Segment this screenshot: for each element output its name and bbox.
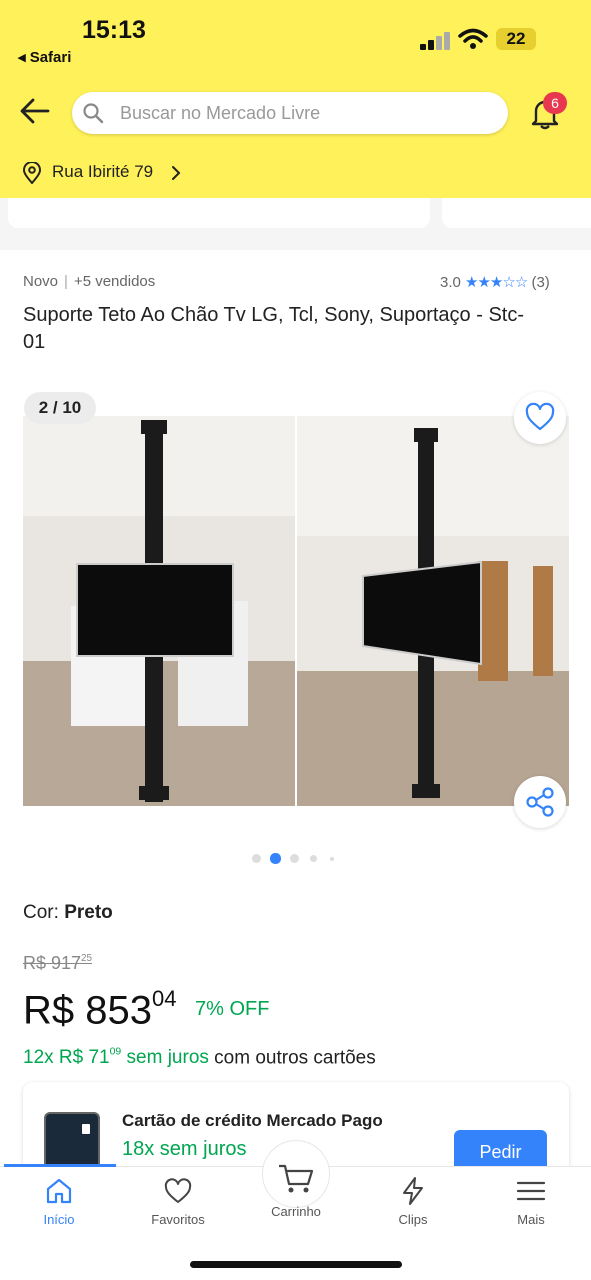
- back-arrow-icon[interactable]: [18, 96, 52, 126]
- delivery-location[interactable]: Rua Ibirité 79: [52, 162, 153, 182]
- installments-interest-free: sem juros: [126, 1047, 209, 1069]
- tab-favorites-label: Favoritos: [151, 1212, 205, 1227]
- pagination-dot[interactable]: [310, 855, 317, 862]
- product-meta: Novo | +5 vendidos: [23, 273, 156, 290]
- rating-value: 3.0: [440, 274, 461, 291]
- active-tab-indicator: [4, 1164, 116, 1167]
- cart-icon: [279, 1164, 314, 1193]
- search-placeholder[interactable]: Buscar no Mercado Livre: [120, 103, 320, 124]
- discount-label: 7% OFF: [195, 998, 270, 1020]
- sold-count: +5 vendidos: [73, 273, 156, 290]
- carousel-pagination: [250, 852, 340, 864]
- tab-clips-label: Clips: [398, 1212, 428, 1227]
- color-selection[interactable]: Cor: Preto: [23, 902, 113, 924]
- location-pin-icon: [22, 162, 42, 184]
- original-price: R$ 91725: [23, 953, 92, 974]
- tab-cart[interactable]: Carrinho: [246, 1164, 346, 1236]
- status-bar: 15:13 ◂ Safari 22: [0, 0, 591, 80]
- favorite-button[interactable]: [514, 392, 566, 444]
- back-to-safari-link[interactable]: ◂ Safari: [18, 48, 71, 66]
- tab-more[interactable]: Mais: [481, 1176, 581, 1236]
- installments-amount-integer: 12x R$ 71: [23, 1047, 110, 1069]
- tab-more-label: Mais: [517, 1212, 545, 1227]
- share-button[interactable]: [514, 776, 566, 828]
- search-icon: [83, 103, 104, 124]
- condition-label: Novo: [23, 273, 59, 290]
- product-image[interactable]: [23, 416, 569, 806]
- installments-info[interactable]: 12x R$ 7109 sem juros com outros cartões: [23, 1047, 376, 1069]
- tab-clips[interactable]: Clips: [363, 1176, 463, 1236]
- product-photo-illustration: [23, 416, 569, 806]
- credit-card-title: Cartão de crédito Mercado Pago: [122, 1111, 383, 1130]
- notification-count-badge: 6: [543, 92, 567, 114]
- credit-card-subtitle: 18x sem juros: [122, 1138, 247, 1160]
- chevron-right-icon[interactable]: [170, 164, 182, 182]
- tab-cart-label: Carrinho: [271, 1204, 321, 1219]
- pagination-dot[interactable]: [252, 854, 261, 863]
- pagination-dot-active[interactable]: [270, 853, 281, 864]
- tab-home-label: Início: [43, 1212, 75, 1227]
- color-value: Preto: [64, 902, 113, 923]
- installments-amount-cents: 09: [109, 1047, 122, 1058]
- home-icon: [46, 1178, 72, 1204]
- tab-home[interactable]: Início: [9, 1176, 109, 1236]
- installments-suffix: com outros cartões: [214, 1047, 376, 1069]
- rating-stars: ★★★☆☆: [465, 274, 528, 291]
- previous-card: [8, 198, 430, 228]
- previous-card: [442, 198, 591, 228]
- share-icon: [526, 787, 554, 817]
- tab-favorites[interactable]: Favoritos: [128, 1176, 228, 1236]
- current-price: R$ 85304: [23, 986, 176, 1034]
- original-price-integer: R$ 917: [23, 953, 82, 973]
- rating-count: (3): [531, 274, 550, 291]
- price-integer: R$ 853: [23, 988, 152, 1033]
- battery-indicator: 22: [496, 28, 536, 50]
- lightning-icon: [403, 1177, 423, 1205]
- status-time: 15:13: [82, 16, 146, 44]
- pagination-dot[interactable]: [330, 857, 334, 861]
- heart-icon: [525, 402, 555, 431]
- battery-level: 22: [506, 29, 526, 48]
- menu-icon: [516, 1181, 546, 1201]
- wifi-icon: [458, 28, 488, 49]
- price-cents: 04: [151, 986, 177, 1011]
- image-counter: 2 / 10: [24, 392, 96, 424]
- pagination-dot[interactable]: [290, 854, 299, 863]
- original-price-cents: 25: [81, 953, 93, 965]
- cellular-signal-icon: [420, 32, 452, 50]
- home-indicator: [190, 1261, 402, 1268]
- installments-amount: 12x R$ 7109 sem juros: [23, 1047, 209, 1068]
- product-title: Suporte Teto Ao Chão Tv LG, Tcl, Sony, S…: [23, 304, 525, 353]
- color-label: Cor:: [23, 902, 59, 923]
- product-rating[interactable]: 3.0 ★★★☆☆ (3): [440, 273, 550, 291]
- heart-icon: [164, 1178, 192, 1203]
